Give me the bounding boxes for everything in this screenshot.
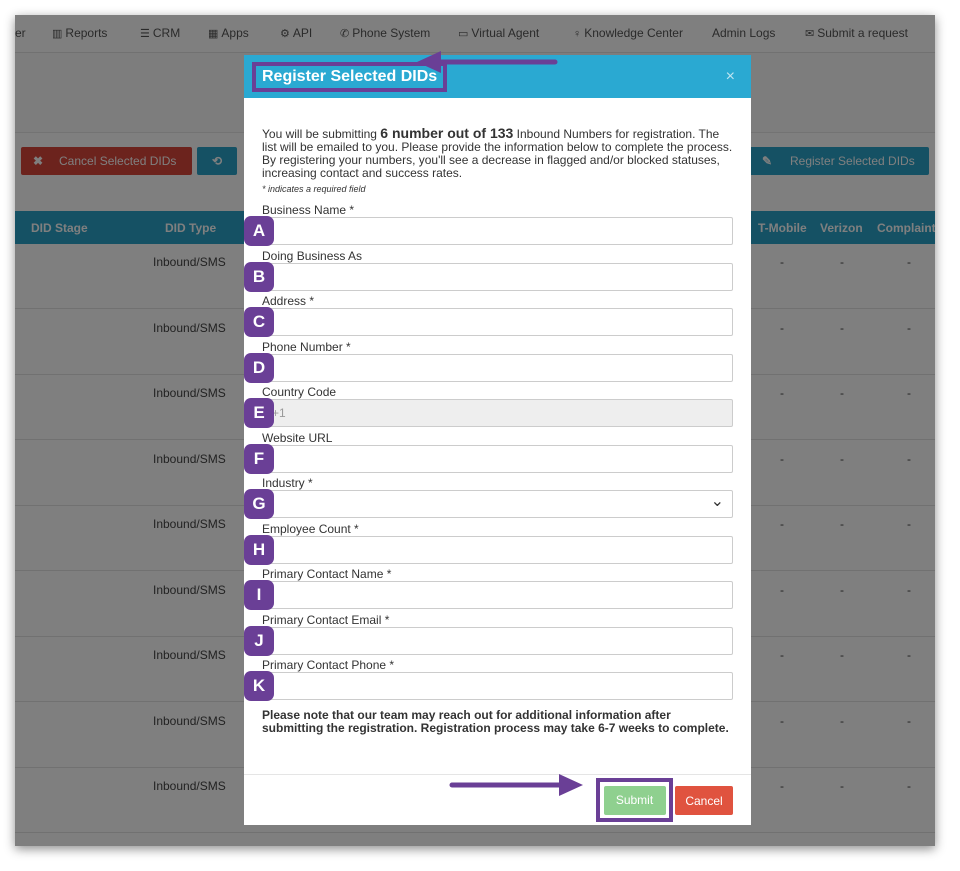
submit-arrow-icon <box>449 774 583 796</box>
screenshot-frame: er ▥Reports ☰CRM ▦Apps ⚙API ✆Phone Syste… <box>15 15 935 846</box>
title-arrow-icon <box>417 51 558 73</box>
annotation-arrows <box>417 51 583 796</box>
